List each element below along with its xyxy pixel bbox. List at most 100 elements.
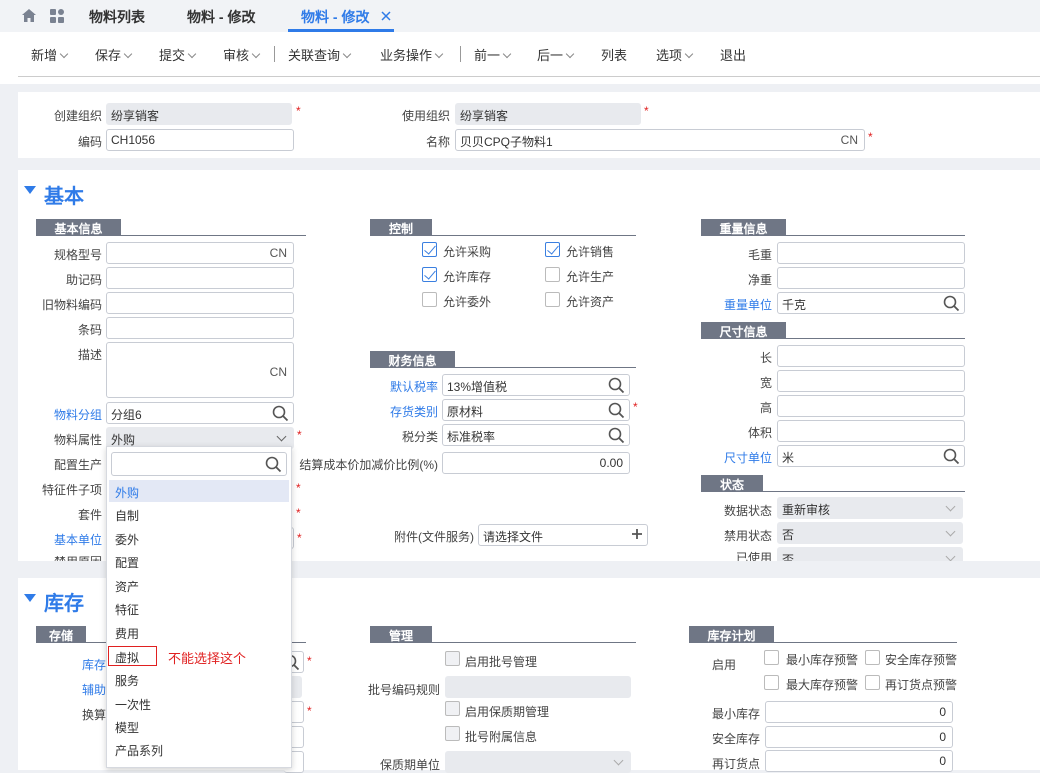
tab-material-edit-active[interactable]: 物料 - 修改 bbox=[301, 7, 369, 27]
min-stock-warn-checkbox[interactable] bbox=[764, 650, 779, 665]
batch-enable-checkbox[interactable] bbox=[445, 651, 460, 666]
category-label[interactable]: 物料分组 bbox=[30, 406, 102, 423]
collapse-triangle-icon[interactable] bbox=[24, 186, 36, 194]
stock-unit-label[interactable]: 库存 bbox=[60, 656, 106, 673]
reorder-warn-checkbox[interactable] bbox=[865, 675, 880, 690]
tax-class-label: 税分类 bbox=[401, 430, 438, 444]
search-icon[interactable] bbox=[272, 405, 289, 422]
basic-section-title[interactable]: 基本 bbox=[44, 180, 84, 209]
dropdown-option-outsourced-purchase[interactable]: 外购 bbox=[109, 480, 289, 502]
length-input[interactable] bbox=[777, 345, 965, 367]
previous-button[interactable]: 前一 bbox=[474, 45, 512, 64]
new-button[interactable]: 新增 bbox=[31, 45, 69, 64]
weight-unit-input[interactable]: 千克 bbox=[777, 292, 965, 314]
net-weight-input[interactable] bbox=[777, 267, 965, 289]
toolbar-divider bbox=[274, 46, 275, 62]
list-button[interactable]: 列表 bbox=[601, 45, 627, 64]
volume-input[interactable] bbox=[777, 420, 965, 442]
audit-button[interactable]: 审核 bbox=[223, 45, 261, 64]
close-tab-icon[interactable] bbox=[381, 11, 391, 21]
dropdown-option-feature[interactable]: 特征 bbox=[109, 597, 289, 619]
options-button[interactable]: 选项 bbox=[656, 45, 694, 64]
required-marker: * bbox=[296, 506, 301, 520]
dropdown-search-input[interactable] bbox=[111, 452, 287, 476]
next-button[interactable]: 后一 bbox=[537, 45, 575, 64]
height-input[interactable] bbox=[777, 395, 965, 417]
submit-button[interactable]: 提交 bbox=[159, 45, 197, 64]
allow-produce-checkbox[interactable] bbox=[545, 267, 560, 282]
old-code-input[interactable] bbox=[106, 292, 294, 314]
name-input[interactable]: 贝贝CPQ子物料1 CN bbox=[455, 129, 865, 151]
stock-section-title[interactable]: 库存 bbox=[44, 587, 84, 616]
search-icon[interactable] bbox=[608, 402, 625, 419]
exit-button[interactable]: 退出 bbox=[720, 45, 746, 64]
allow-sale-checkbox[interactable] bbox=[545, 242, 560, 257]
save-button[interactable]: 保存 bbox=[95, 45, 133, 64]
dropdown-option-expense[interactable]: 费用 bbox=[109, 621, 289, 643]
group-underline bbox=[370, 235, 636, 236]
min-stock-input[interactable]: 0 bbox=[765, 701, 953, 723]
reorder-point-input[interactable]: 0 bbox=[765, 750, 953, 772]
language-cn-button[interactable]: CN bbox=[270, 365, 287, 379]
allow-asset-checkbox[interactable] bbox=[545, 292, 560, 307]
search-icon[interactable] bbox=[608, 377, 625, 394]
default-tax-rate-input[interactable]: 13%增值税 bbox=[442, 374, 630, 396]
dropdown-option-outsource[interactable]: 委外 bbox=[109, 527, 289, 549]
attachment-input[interactable]: 请选择文件 bbox=[478, 524, 648, 546]
dropdown-option-asset[interactable]: 资产 bbox=[109, 574, 289, 596]
batch-attach-checkbox[interactable] bbox=[445, 726, 460, 741]
tax-class-input[interactable]: 标准税率 bbox=[442, 424, 630, 446]
related-query-button[interactable]: 关联查询 bbox=[288, 45, 352, 64]
weight-unit-label[interactable]: 重量单位 bbox=[700, 296, 772, 313]
business-operation-button[interactable]: 业务操作 bbox=[380, 45, 444, 64]
shelf-life-checkbox[interactable] bbox=[445, 701, 460, 716]
collapse-triangle-icon[interactable] bbox=[24, 594, 36, 602]
dropdown-option-service[interactable]: 服务 bbox=[109, 668, 289, 690]
description-textarea[interactable]: CN bbox=[106, 342, 294, 398]
safe-stock-warn-checkbox[interactable] bbox=[865, 650, 880, 665]
inventory-type-label[interactable]: 存货类别 bbox=[372, 403, 438, 420]
reorder-point-value: 0 bbox=[939, 754, 946, 768]
search-icon[interactable] bbox=[265, 456, 282, 473]
category-input[interactable]: 分组6 bbox=[106, 402, 294, 424]
allow-stock-checkbox[interactable] bbox=[422, 267, 437, 282]
group-underline bbox=[689, 642, 957, 643]
max-stock-warn-checkbox[interactable] bbox=[764, 675, 779, 690]
size-unit-value: 米 bbox=[782, 451, 795, 465]
required-marker: * bbox=[297, 531, 302, 545]
default-tax-rate-label[interactable]: 默认税率 bbox=[372, 378, 438, 395]
safe-stock-input[interactable]: 0 bbox=[765, 726, 953, 748]
tab-material-list[interactable]: 物料列表 bbox=[89, 7, 145, 27]
gross-weight-input[interactable] bbox=[777, 242, 965, 264]
allow-purchase-checkbox[interactable] bbox=[422, 242, 437, 257]
dropdown-option-model[interactable]: 模型 bbox=[109, 715, 289, 737]
apps-icon[interactable] bbox=[49, 8, 65, 24]
home-icon[interactable] bbox=[21, 8, 37, 23]
search-icon[interactable] bbox=[943, 448, 960, 465]
code-input[interactable]: CH1056 bbox=[106, 129, 294, 151]
aux-unit-label[interactable]: 辅助 bbox=[60, 681, 106, 698]
size-unit-input[interactable]: 米 bbox=[777, 445, 965, 467]
mnemonic-input[interactable] bbox=[106, 267, 294, 289]
language-cn-button[interactable]: CN bbox=[841, 133, 858, 147]
language-cn-button[interactable]: CN bbox=[270, 246, 287, 260]
spec-input[interactable]: CN bbox=[106, 242, 294, 264]
cost-ratio-input[interactable]: 0.00 bbox=[442, 452, 630, 474]
dropdown-option-product-series[interactable]: 产品系列 bbox=[109, 738, 289, 760]
inventory-type-value: 原材料 bbox=[447, 405, 484, 419]
dropdown-option-config[interactable]: 配置 bbox=[109, 550, 289, 572]
search-icon[interactable] bbox=[608, 427, 625, 444]
search-icon[interactable] bbox=[943, 295, 960, 312]
create-org-field: 纷享销客 bbox=[106, 103, 292, 125]
barcode-input[interactable] bbox=[106, 317, 294, 339]
allow-outsource-checkbox[interactable] bbox=[422, 292, 437, 307]
tab-material-edit[interactable]: 物料 - 修改 bbox=[187, 7, 255, 27]
weight-unit-value: 千克 bbox=[782, 298, 807, 312]
dropdown-option-self-made[interactable]: 自制 bbox=[109, 503, 289, 525]
dropdown-option-one-time[interactable]: 一次性 bbox=[109, 692, 289, 714]
base-unit-label[interactable]: 基本单位 bbox=[30, 531, 102, 548]
add-file-icon[interactable] bbox=[632, 529, 642, 539]
size-unit-label[interactable]: 尺寸单位 bbox=[700, 449, 772, 466]
width-input[interactable] bbox=[777, 370, 965, 392]
inventory-type-input[interactable]: 原材料 bbox=[442, 399, 630, 421]
